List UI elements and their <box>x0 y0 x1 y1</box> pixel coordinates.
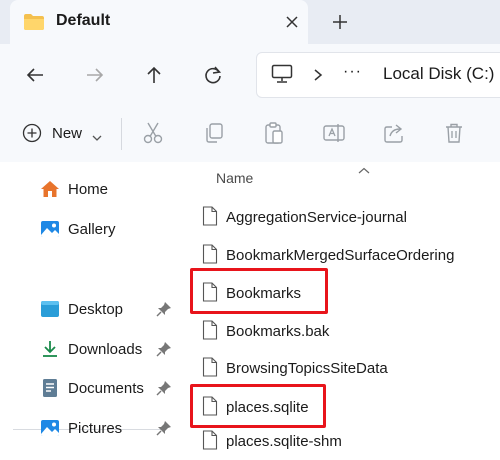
column-header-name[interactable]: Name <box>216 170 253 186</box>
cut-icon[interactable] <box>141 121 165 145</box>
file-row[interactable]: Bookmarks.bak <box>202 317 500 345</box>
file-row[interactable]: places.sqlite-shm <box>202 427 500 455</box>
sidebar-item-label: Downloads <box>68 341 143 358</box>
breadcrumb-local-disk[interactable]: Local Disk (C:) <box>383 64 494 84</box>
sidebar-item-label: Documents <box>68 380 144 397</box>
back-arrow-icon[interactable] <box>24 64 46 86</box>
new-button-label: New <box>52 125 83 142</box>
sidebar-item-label: Home <box>68 181 109 198</box>
file-name: BrowsingTopicsSiteData <box>226 360 388 377</box>
tab-bar: Default <box>0 0 500 44</box>
sidebar-item-gallery[interactable]: Gallery <box>40 216 180 244</box>
delete-icon[interactable] <box>442 121 466 145</box>
share-icon[interactable] <box>382 121 406 145</box>
sidebar-item-label: Pictures <box>68 420 123 437</box>
highlight-box-places-sqlite <box>190 384 326 428</box>
tab-title: Default <box>56 12 111 29</box>
sort-ascending-icon <box>358 162 370 180</box>
file-icon <box>202 244 218 269</box>
home-icon <box>40 179 60 204</box>
up-arrow-icon[interactable] <box>143 64 165 86</box>
breadcrumb-more[interactable]: ··· <box>343 63 362 81</box>
document-icon <box>40 378 60 403</box>
highlight-box-bookmarks <box>190 268 328 314</box>
tab-default[interactable]: Default <box>10 0 308 44</box>
pictures-icon <box>40 418 60 443</box>
sidebar-item-desktop[interactable]: Desktop <box>40 296 180 324</box>
navigation-pane: Home Gallery Desktop Downloads Documents <box>0 162 176 460</box>
sidebar-item-home[interactable]: Home <box>40 176 180 204</box>
folder-icon <box>24 14 44 35</box>
pin-icon[interactable] <box>156 380 172 401</box>
file-list: Name AggregationService-journal Bookmark… <box>176 162 500 460</box>
file-name: Bookmarks.bak <box>226 323 330 340</box>
close-icon[interactable] <box>282 12 302 32</box>
gallery-icon <box>40 219 60 244</box>
sidebar-item-label: Gallery <box>68 221 116 238</box>
navigation-bar: ··· Local Disk (C:) <box>0 44 500 104</box>
copy-icon[interactable] <box>202 121 226 145</box>
file-icon <box>202 357 218 382</box>
sidebar-item-downloads[interactable]: Downloads <box>40 336 180 364</box>
rename-icon[interactable] <box>322 121 346 145</box>
file-row[interactable]: BookmarkMergedSurfaceOrdering <box>202 241 500 269</box>
toolbar-divider <box>121 118 122 150</box>
chevron-right-icon[interactable] <box>313 68 323 87</box>
paste-icon[interactable] <box>262 121 286 145</box>
file-icon <box>202 206 218 231</box>
file-icon <box>202 430 218 455</box>
sidebar-item-documents[interactable]: Documents <box>40 375 180 403</box>
file-name: AggregationService-journal <box>226 209 407 226</box>
sidebar-item-label: Desktop <box>68 301 124 318</box>
refresh-icon[interactable] <box>202 64 224 86</box>
address-bar[interactable]: ··· Local Disk (C:) <box>256 52 500 98</box>
computer-icon <box>271 64 293 89</box>
file-name: BookmarkMergedSurfaceOrdering <box>226 247 455 264</box>
plus-circle-icon <box>22 123 42 148</box>
download-icon <box>40 339 60 364</box>
forward-arrow-icon[interactable] <box>84 64 106 86</box>
desktop-icon <box>40 299 60 324</box>
command-bar: New <box>0 104 500 163</box>
file-row[interactable]: AggregationService-journal <box>202 203 500 231</box>
chevron-down-icon <box>92 129 102 147</box>
pin-icon[interactable] <box>156 301 172 322</box>
new-tab-icon[interactable] <box>330 12 350 32</box>
pin-icon[interactable] <box>156 341 172 362</box>
file-icon <box>202 320 218 345</box>
sidebar-item-pictures[interactable]: Pictures <box>40 415 180 443</box>
file-row[interactable]: BrowsingTopicsSiteData <box>202 354 500 382</box>
pin-icon[interactable] <box>156 420 172 441</box>
file-name: places.sqlite-shm <box>226 433 342 450</box>
